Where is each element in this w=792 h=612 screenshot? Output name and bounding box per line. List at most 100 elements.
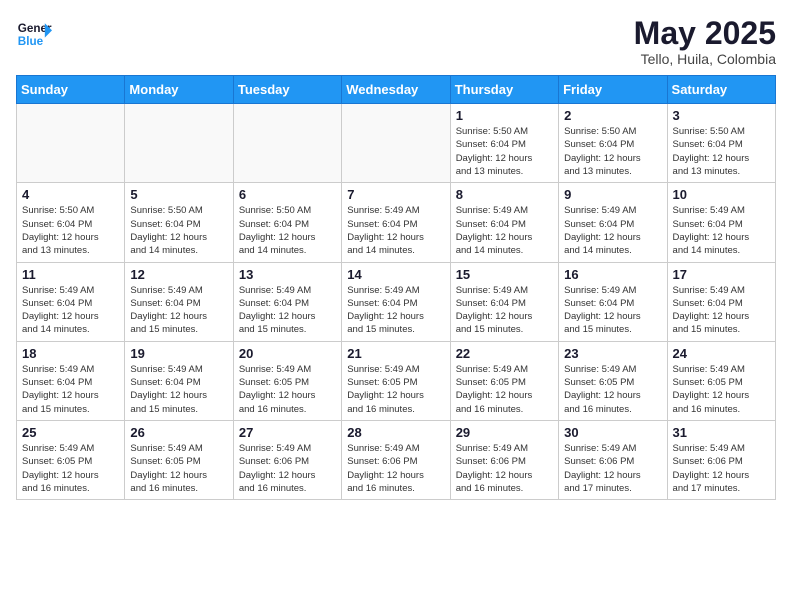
day-number: 16 [564,267,661,282]
calendar-cell: 5Sunrise: 5:50 AM Sunset: 6:04 PM Daylig… [125,183,233,262]
calendar-cell: 19Sunrise: 5:49 AM Sunset: 6:04 PM Dayli… [125,341,233,420]
calendar-week-3: 11 Sunrise: 5:49 AM Sunset: 6:04 PM Dayli… [17,262,776,341]
calendar-cell: 20Sunrise: 5:49 AM Sunset: 6:05 PM Dayli… [233,341,341,420]
col-wednesday: Wednesday [342,76,450,104]
day-number: 26 [130,425,227,440]
day-info: Sunrise: 5:49 AM Sunset: 6:04 PM Dayligh… [239,284,336,337]
calendar-cell: 2 Sunrise: 5:50 AM Sunset: 6:04 PM Daylig… [559,104,667,183]
col-sunday: Sunday [17,76,125,104]
calendar-week-1: 1Sunrise: 5:50 AM Sunset: 6:04 PM Daylig… [17,104,776,183]
day-number: 30 [564,425,661,440]
calendar-cell: 26Sunrise: 5:49 AM Sunset: 6:05 PM Dayli… [125,420,233,499]
logo: General Blue [16,16,52,52]
day-number: 15 [456,267,553,282]
day-number: 12 [130,267,227,282]
day-number: 3 [673,108,770,123]
calendar-cell: 9 Sunrise: 5:49 AM Sunset: 6:04 PM Daylig… [559,183,667,262]
day-number: 21 [347,346,444,361]
month-title: May 2025 [634,16,776,51]
calendar-cell [342,104,450,183]
day-info: Sunrise: 5:49 AM Sunset: 6:05 PM Dayligh… [456,363,553,416]
calendar-cell: 30 Sunrise: 5:49 AM Sunset: 6:06 PM Dayli… [559,420,667,499]
day-number: 22 [456,346,553,361]
calendar-cell: 28Sunrise: 5:49 AM Sunset: 6:06 PM Dayli… [342,420,450,499]
day-info: Sunrise: 5:49 AM Sunset: 6:04 PM Dayligh… [22,363,119,416]
calendar-cell: 29 Sunrise: 5:49 AM Sunset: 6:06 PM Dayli… [450,420,558,499]
calendar-cell: 1Sunrise: 5:50 AM Sunset: 6:04 PM Daylig… [450,104,558,183]
day-info: Sunrise: 5:49 AM Sunset: 6:06 PM Dayligh… [456,442,553,495]
col-monday: Monday [125,76,233,104]
calendar-cell: 3 Sunrise: 5:50 AM Sunset: 6:04 PM Daylig… [667,104,775,183]
day-number: 18 [22,346,119,361]
day-number: 19 [130,346,227,361]
day-info: Sunrise: 5:49 AM Sunset: 6:04 PM Dayligh… [564,284,661,337]
day-info: Sunrise: 5:49 AM Sunset: 6:04 PM Dayligh… [456,204,553,257]
location: Tello, Huila, Colombia [634,51,776,67]
calendar-cell: 11 Sunrise: 5:49 AM Sunset: 6:04 PM Dayli… [17,262,125,341]
day-number: 8 [456,187,553,202]
day-info: Sunrise: 5:49 AM Sunset: 6:04 PM Dayligh… [673,284,770,337]
day-number: 23 [564,346,661,361]
calendar-cell: 15 Sunrise: 5:49 AM Sunset: 6:04 PM Dayli… [450,262,558,341]
day-info: Sunrise: 5:49 AM Sunset: 6:05 PM Dayligh… [673,363,770,416]
day-number: 31 [673,425,770,440]
calendar-cell: 27Sunrise: 5:49 AM Sunset: 6:06 PM Dayli… [233,420,341,499]
calendar-cell: 22 Sunrise: 5:49 AM Sunset: 6:05 PM Dayli… [450,341,558,420]
day-number: 27 [239,425,336,440]
day-info: Sunrise: 5:49 AM Sunset: 6:06 PM Dayligh… [564,442,661,495]
day-number: 14 [347,267,444,282]
day-number: 13 [239,267,336,282]
calendar-cell [17,104,125,183]
calendar-cell: 8 Sunrise: 5:49 AM Sunset: 6:04 PM Daylig… [450,183,558,262]
day-info: Sunrise: 5:49 AM Sunset: 6:06 PM Dayligh… [673,442,770,495]
calendar-cell: 12Sunrise: 5:49 AM Sunset: 6:04 PM Dayli… [125,262,233,341]
day-info: Sunrise: 5:49 AM Sunset: 6:04 PM Dayligh… [564,204,661,257]
logo-icon: General Blue [16,16,52,52]
day-number: 9 [564,187,661,202]
day-number: 11 [22,267,119,282]
calendar-cell: 7Sunrise: 5:49 AM Sunset: 6:04 PM Daylig… [342,183,450,262]
day-info: Sunrise: 5:50 AM Sunset: 6:04 PM Dayligh… [564,125,661,178]
day-info: Sunrise: 5:49 AM Sunset: 6:04 PM Dayligh… [347,284,444,337]
col-tuesday: Tuesday [233,76,341,104]
page-header: General Blue May 2025 Tello, Huila, Colo… [16,16,776,67]
day-info: Sunrise: 5:50 AM Sunset: 6:04 PM Dayligh… [130,204,227,257]
calendar-cell: 13 Sunrise: 5:49 AM Sunset: 6:04 PM Dayli… [233,262,341,341]
day-info: Sunrise: 5:49 AM Sunset: 6:05 PM Dayligh… [347,363,444,416]
day-info: Sunrise: 5:49 AM Sunset: 6:05 PM Dayligh… [564,363,661,416]
calendar-table: Sunday Monday Tuesday Wednesday Thursday… [16,75,776,500]
calendar-cell: 17 Sunrise: 5:49 AM Sunset: 6:04 PM Dayli… [667,262,775,341]
day-info: Sunrise: 5:50 AM Sunset: 6:04 PM Dayligh… [22,204,119,257]
calendar-cell: 23 Sunrise: 5:49 AM Sunset: 6:05 PM Dayli… [559,341,667,420]
calendar-week-5: 25Sunrise: 5:49 AM Sunset: 6:05 PM Dayli… [17,420,776,499]
day-info: Sunrise: 5:49 AM Sunset: 6:04 PM Dayligh… [673,204,770,257]
col-saturday: Saturday [667,76,775,104]
col-thursday: Thursday [450,76,558,104]
calendar-cell: 16 Sunrise: 5:49 AM Sunset: 6:04 PM Dayli… [559,262,667,341]
day-number: 17 [673,267,770,282]
day-number: 7 [347,187,444,202]
calendar-cell: 24Sunrise: 5:49 AM Sunset: 6:05 PM Dayli… [667,341,775,420]
col-friday: Friday [559,76,667,104]
day-number: 29 [456,425,553,440]
day-info: Sunrise: 5:50 AM Sunset: 6:04 PM Dayligh… [239,204,336,257]
day-number: 10 [673,187,770,202]
calendar-cell: 18 Sunrise: 5:49 AM Sunset: 6:04 PM Dayli… [17,341,125,420]
day-number: 6 [239,187,336,202]
day-info: Sunrise: 5:50 AM Sunset: 6:04 PM Dayligh… [673,125,770,178]
day-info: Sunrise: 5:49 AM Sunset: 6:04 PM Dayligh… [22,284,119,337]
day-info: Sunrise: 5:50 AM Sunset: 6:04 PM Dayligh… [456,125,553,178]
calendar-cell: 21 Sunrise: 5:49 AM Sunset: 6:05 PM Dayli… [342,341,450,420]
calendar-cell: 4Sunrise: 5:50 AM Sunset: 6:04 PM Daylig… [17,183,125,262]
day-number: 2 [564,108,661,123]
calendar-cell: 31 Sunrise: 5:49 AM Sunset: 6:06 PM Dayli… [667,420,775,499]
day-info: Sunrise: 5:49 AM Sunset: 6:06 PM Dayligh… [347,442,444,495]
calendar-cell: 10 Sunrise: 5:49 AM Sunset: 6:04 PM Dayli… [667,183,775,262]
calendar-cell [233,104,341,183]
title-block: May 2025 Tello, Huila, Colombia [634,16,776,67]
calendar-cell [125,104,233,183]
day-info: Sunrise: 5:49 AM Sunset: 6:04 PM Dayligh… [456,284,553,337]
calendar-week-4: 18 Sunrise: 5:49 AM Sunset: 6:04 PM Dayli… [17,341,776,420]
calendar-cell: 25Sunrise: 5:49 AM Sunset: 6:05 PM Dayli… [17,420,125,499]
day-number: 25 [22,425,119,440]
